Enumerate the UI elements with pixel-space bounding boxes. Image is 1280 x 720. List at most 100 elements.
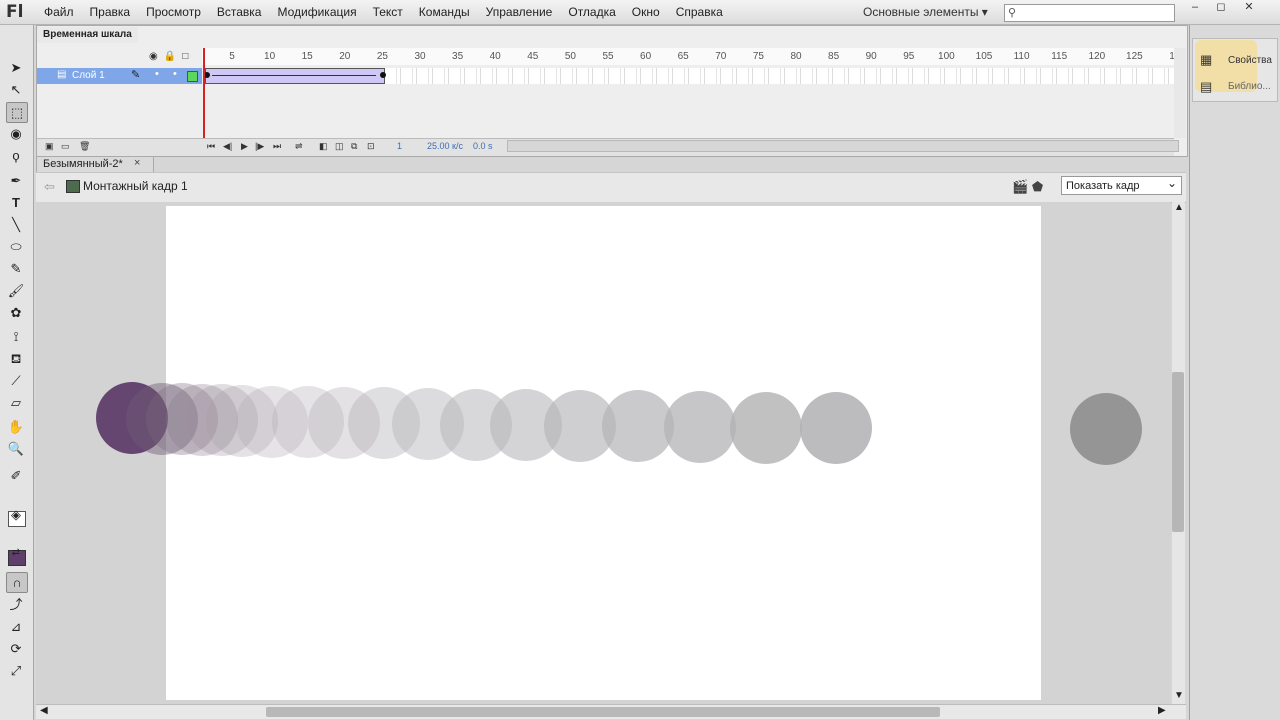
stage-vertical-scrollbar[interactable]: ▲ ▼ bbox=[1172, 202, 1185, 704]
3d-rotation-tool-icon[interactable]: ◉ bbox=[6, 124, 26, 143]
back-arrow-icon[interactable]: ⇦ bbox=[44, 179, 55, 195]
deco-tool-icon[interactable]: ✿ bbox=[6, 303, 26, 322]
onion-skin-outlines-icon[interactable]: ◫ bbox=[335, 141, 344, 152]
horizontal-scroll-thumb[interactable] bbox=[266, 707, 940, 717]
menu-edit[interactable]: Правка bbox=[82, 0, 139, 24]
stroke-color-icon[interactable]: ✐ bbox=[6, 466, 26, 485]
visibility-dot[interactable]: • bbox=[155, 68, 159, 80]
fill-color-icon[interactable]: ◈ bbox=[6, 505, 26, 524]
new-folder-icon[interactable]: ▭ bbox=[61, 141, 70, 152]
text-tool-icon[interactable]: T bbox=[6, 193, 26, 212]
eraser-icon[interactable]: ▱ bbox=[6, 393, 26, 412]
library-panel-label[interactable]: Библио... bbox=[1228, 81, 1271, 92]
eyedropper-icon[interactable]: ⟋ bbox=[6, 371, 26, 390]
menu-insert[interactable]: Вставка bbox=[209, 0, 270, 24]
brush-tool-icon[interactable]: 🖌 bbox=[6, 281, 26, 300]
close-tab-icon[interactable]: × bbox=[134, 156, 140, 171]
scroll-right-icon[interactable]: ▶ bbox=[1158, 705, 1166, 716]
right-dock bbox=[1189, 25, 1280, 720]
timeline-horizontal-scrollbar[interactable] bbox=[507, 140, 1179, 152]
subselection-tool-icon[interactable]: ↖ bbox=[6, 80, 26, 99]
pasteboard[interactable] bbox=[36, 202, 1171, 704]
search-icon: ⚲ bbox=[1008, 7, 1017, 19]
go-to-last-frame-icon[interactable]: ⏭ bbox=[273, 141, 281, 152]
menu-help[interactable]: Справка bbox=[668, 0, 731, 24]
menu-file[interactable]: Файл bbox=[36, 0, 82, 24]
pen-tool-icon[interactable]: ✒ bbox=[6, 171, 26, 190]
chevron-down-icon: ⌄ bbox=[1166, 176, 1177, 190]
motion-tween-span[interactable] bbox=[204, 68, 386, 84]
current-frame: 1 bbox=[397, 141, 403, 151]
scroll-left-icon[interactable]: ◀ bbox=[40, 705, 48, 716]
edit-scene-icon[interactable]: 🎬 bbox=[1012, 179, 1028, 194]
scene-breadcrumb[interactable]: Монтажный кадр 1 bbox=[83, 179, 188, 193]
free-transform-tool-icon[interactable]: ⬚ bbox=[6, 102, 28, 123]
app-logo: Fl bbox=[6, 2, 24, 22]
zoom-tool-icon[interactable]: 🔍 bbox=[6, 439, 26, 458]
scroll-up-icon[interactable]: ▲ bbox=[1174, 202, 1184, 213]
properties-icon[interactable]: ▦ bbox=[1200, 52, 1212, 68]
library-icon[interactable]: ▤ bbox=[1200, 79, 1212, 95]
selection-tool-icon[interactable]: ➤ bbox=[6, 58, 26, 77]
menu-text[interactable]: Текст bbox=[365, 0, 411, 24]
restore-button[interactable]: ◻ bbox=[1210, 0, 1232, 14]
menu-debug[interactable]: Отладка bbox=[560, 0, 623, 24]
timeline-vertical-scrollbar[interactable] bbox=[1174, 48, 1186, 138]
step-forward-icon[interactable]: |▶ bbox=[255, 141, 264, 152]
scale-icon[interactable]: ⤢ bbox=[6, 661, 26, 680]
lasso-tool-icon[interactable]: ϙ bbox=[6, 146, 26, 165]
workspace-switcher[interactable]: Основные элементы ▾ bbox=[863, 4, 988, 20]
straighten-icon[interactable]: ⊿ bbox=[6, 617, 26, 636]
edit-symbols-icon[interactable]: ⬟ bbox=[1032, 179, 1043, 194]
search-input[interactable]: ⚲ bbox=[1004, 4, 1175, 22]
layer-row[interactable]: ▤ Слой 1 ✎ • • bbox=[37, 68, 202, 84]
menu-view[interactable]: Просмотр bbox=[138, 0, 209, 24]
layer-name[interactable]: Слой 1 bbox=[72, 69, 105, 83]
frame-ruler[interactable]: 5 10 15 20 25 30 35 40 45 50 55 60 65 70 75 80 85 90 95 100… bbox=[202, 48, 1175, 65]
rotate-skew-icon[interactable]: ⟳ bbox=[6, 639, 26, 658]
play-icon[interactable]: ▶ bbox=[241, 141, 248, 152]
go-to-first-frame-icon[interactable]: ⏮ bbox=[207, 141, 215, 152]
playhead[interactable] bbox=[203, 48, 205, 148]
new-layer-icon[interactable]: ▣ bbox=[45, 141, 54, 152]
properties-panel-label[interactable]: Свойства bbox=[1228, 55, 1272, 66]
onion-skin-circle bbox=[664, 391, 736, 463]
minimize-button[interactable]: ‒ bbox=[1184, 0, 1206, 14]
frame-rate[interactable]: 25.00 к/с bbox=[427, 141, 463, 151]
menu-commands[interactable]: Команды bbox=[411, 0, 478, 24]
lock-dot[interactable]: • bbox=[173, 68, 177, 80]
layer-icon: ▤ bbox=[57, 69, 67, 80]
onion-skin-icon[interactable]: ◧ bbox=[319, 141, 328, 152]
zoom-dropdown[interactable]: Показать кадр ⌄ bbox=[1061, 176, 1182, 195]
vertical-scroll-thumb[interactable] bbox=[1172, 372, 1184, 532]
zoom-value: Показать кадр bbox=[1066, 180, 1140, 192]
line-tool-icon[interactable]: ╲ bbox=[6, 215, 26, 234]
lock-icon[interactable]: 🔒 bbox=[164, 51, 182, 62]
eye-icon[interactable]: ◉ bbox=[149, 51, 164, 62]
menu-modify[interactable]: Модификация bbox=[269, 0, 364, 24]
edit-multiple-frames-icon[interactable]: ⧉ bbox=[351, 141, 357, 152]
step-back-icon[interactable]: ◀| bbox=[223, 141, 232, 152]
center-frame-icon[interactable]: ⇌ bbox=[295, 141, 303, 152]
snap-to-objects-icon[interactable]: ∩ bbox=[6, 572, 28, 593]
oval-tool-icon[interactable]: ⬭ bbox=[6, 237, 26, 256]
close-button[interactable]: ✕ bbox=[1238, 0, 1260, 14]
swap-colors-icon[interactable]: ⇄ bbox=[6, 543, 26, 562]
stage-horizontal-scrollbar[interactable]: ◀ ▶ bbox=[36, 704, 1186, 719]
tween-end-keyframe[interactable] bbox=[380, 72, 386, 78]
scroll-down-icon[interactable]: ▼ bbox=[1174, 690, 1184, 701]
smooth-icon[interactable]: ⤴ bbox=[6, 595, 26, 614]
modify-onion-markers-icon[interactable]: ⊡ bbox=[367, 141, 375, 152]
paint-bucket-icon[interactable]: ⛾ bbox=[6, 349, 26, 368]
menu-control[interactable]: Управление bbox=[478, 0, 561, 24]
timeline-tab[interactable]: Временная шкала bbox=[37, 27, 138, 43]
tween-arrow bbox=[212, 75, 376, 76]
outline-icon[interactable]: □ bbox=[182, 51, 194, 62]
bone-tool-icon[interactable]: ⟟ bbox=[6, 327, 26, 346]
frame-number: 65 bbox=[677, 51, 689, 62]
pencil-tool-icon[interactable]: ✎ bbox=[6, 259, 26, 278]
menu-window[interactable]: Окно bbox=[624, 0, 668, 24]
delete-layer-icon[interactable]: 🗑 bbox=[79, 141, 90, 152]
hand-tool-icon[interactable]: ✋ bbox=[6, 417, 26, 436]
outline-color-box[interactable] bbox=[187, 71, 198, 82]
